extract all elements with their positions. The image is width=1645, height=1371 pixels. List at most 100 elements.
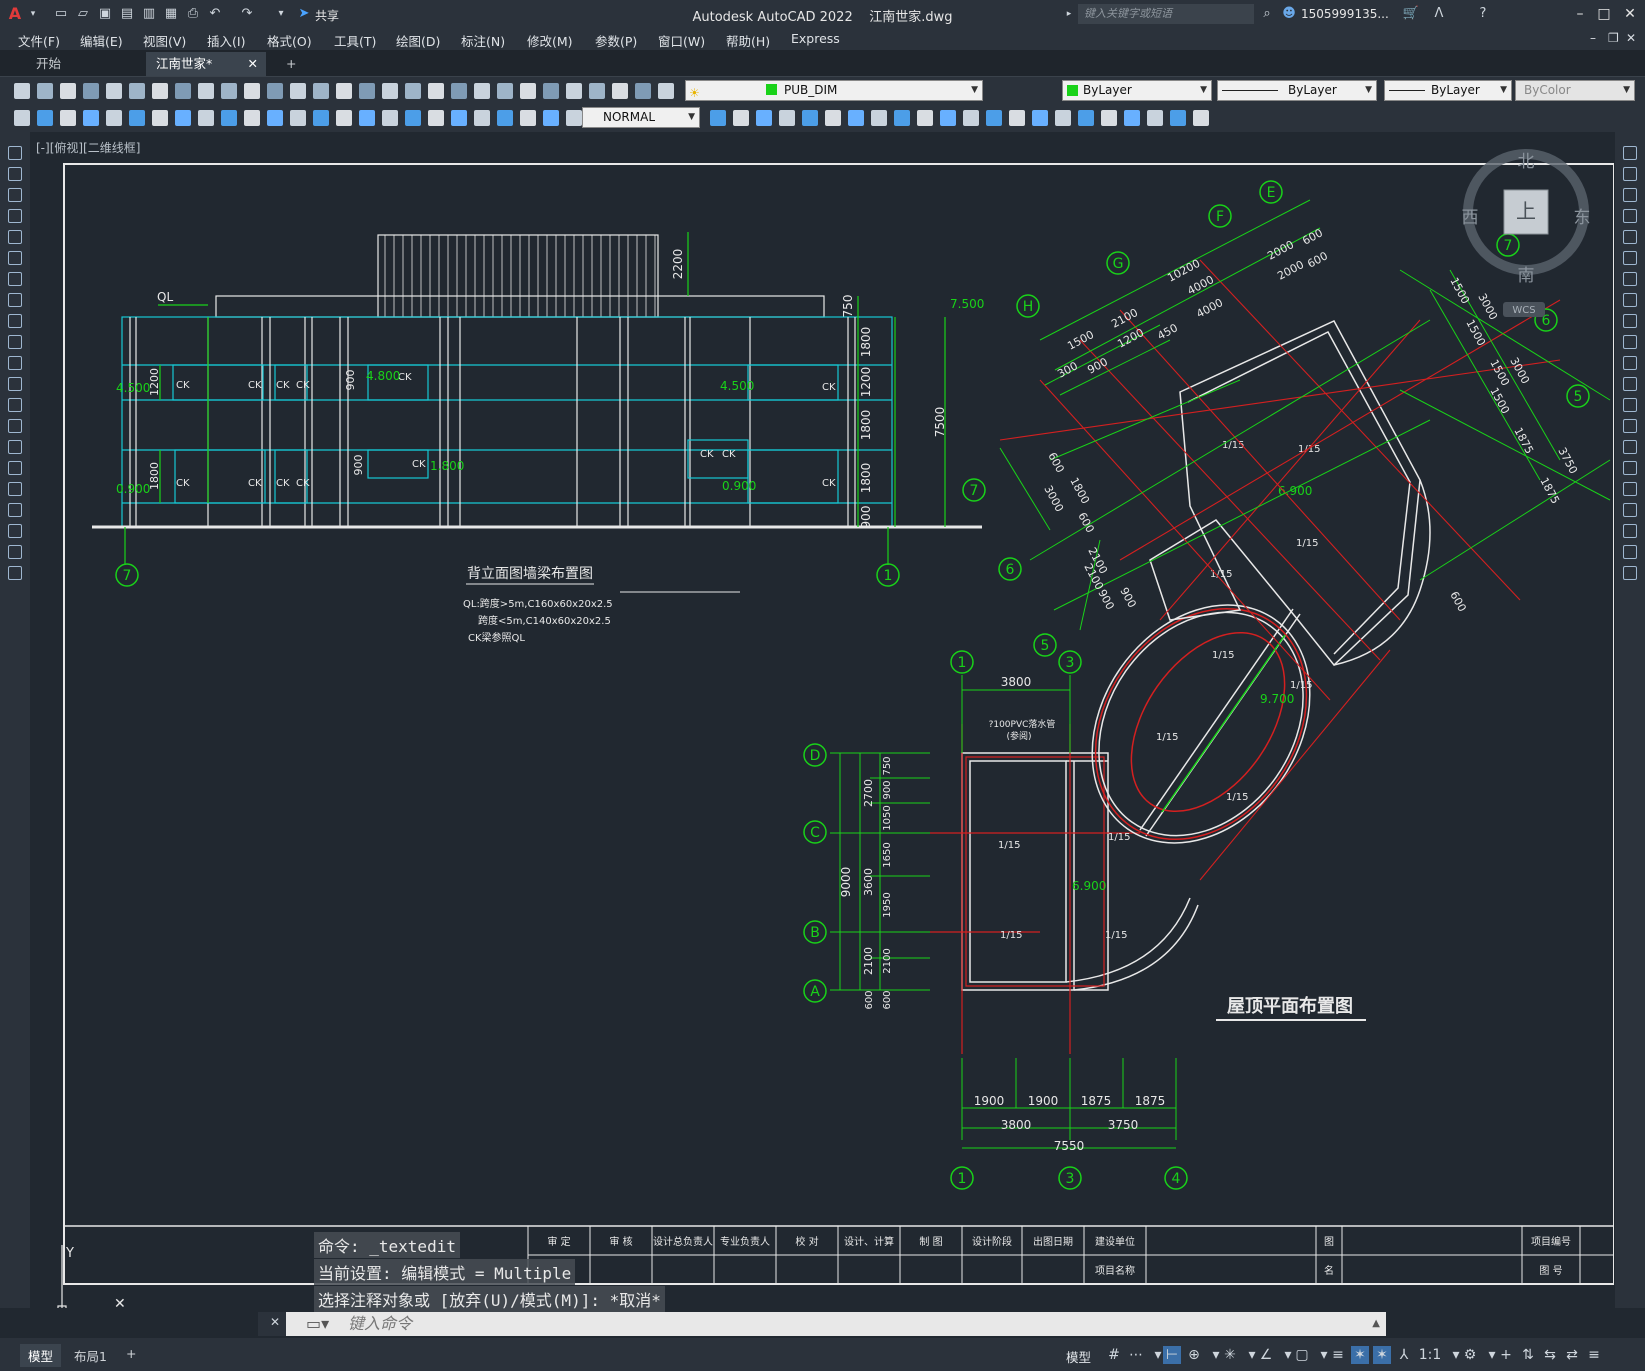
viewcube-west[interactable]: 西 [1462, 208, 1479, 228]
status-toggle-icon[interactable]: # [1105, 1346, 1123, 1364]
toolbar-tool-icon[interactable] [497, 83, 513, 99]
color-dropdown[interactable]: ByLayer ▼ [1062, 80, 1212, 101]
palette-tool-icon[interactable] [8, 398, 22, 412]
toolbar-tool-icon[interactable] [566, 110, 582, 126]
new-file-icon[interactable]: ▭ [52, 5, 70, 23]
toolbar-tool-icon[interactable] [83, 83, 99, 99]
palette-tool-icon[interactable] [8, 230, 22, 244]
doc-restore-button[interactable]: ❐ [1608, 31, 1619, 45]
toolbar-tool-icon[interactable] [543, 110, 559, 126]
toolbar-tool-icon[interactable] [83, 110, 99, 126]
toolbar-tool-icon[interactable] [802, 110, 818, 126]
toolbar-tool-icon[interactable] [451, 110, 467, 126]
help-icon[interactable]: ? [1474, 5, 1492, 23]
toolbar-tool-icon[interactable] [14, 110, 30, 126]
palette-tool-icon[interactable] [8, 377, 22, 391]
toolbar-tool-icon[interactable] [198, 110, 214, 126]
toolbar-tool-icon[interactable] [1101, 110, 1117, 126]
palette-tool-icon[interactable] [1623, 209, 1637, 223]
wcs-menu[interactable]: WCS [1512, 305, 1535, 316]
menu-express[interactable]: Express [791, 31, 840, 46]
palette-tool-icon[interactable] [8, 545, 22, 559]
toolbar-tool-icon[interactable] [336, 83, 352, 99]
toolbar-tool-icon[interactable] [474, 110, 490, 126]
status-toggle-icon[interactable]: ⊕ [1185, 1346, 1203, 1364]
palette-tool-icon[interactable] [1623, 167, 1637, 181]
palette-tool-icon[interactable] [1623, 461, 1637, 475]
viewcube-north[interactable]: 北 [1518, 152, 1535, 172]
minimize-button[interactable]: – [1568, 3, 1592, 25]
palette-tool-icon[interactable] [1623, 335, 1637, 349]
toolbar-tool-icon[interactable] [612, 83, 628, 99]
status-toggle-icon[interactable]: ✶ [1373, 1346, 1391, 1364]
command-input[interactable]: ▭▾ 键入命令 ▲ [300, 1312, 1386, 1336]
toolbar-tool-icon[interactable] [198, 83, 214, 99]
toolbar-tool-icon[interactable] [267, 110, 283, 126]
palette-tool-icon[interactable] [8, 314, 22, 328]
palette-tool-icon[interactable] [8, 293, 22, 307]
palette-tool-icon[interactable] [8, 566, 22, 580]
palette-tool-icon[interactable] [8, 167, 22, 181]
user-name[interactable]: 1505999135... [1301, 7, 1389, 21]
status-toggle-icon[interactable]: ✳ [1221, 1346, 1239, 1364]
toolbar-tool-icon[interactable] [428, 83, 444, 99]
model-space-toggle[interactable]: 模型 [1066, 1347, 1091, 1366]
layout-tab-model[interactable]: 模型 [20, 1344, 62, 1367]
doc-minimize-button[interactable]: – [1590, 31, 1596, 45]
search-expand-icon[interactable]: ▸ [1060, 5, 1078, 23]
status-toggle-icon[interactable]: ▢ [1293, 1346, 1311, 1364]
palette-tool-icon[interactable] [8, 251, 22, 265]
plotstyle-dropdown[interactable]: ByColor ▼ [1515, 80, 1635, 101]
status-toggle-icon[interactable]: ∠ [1257, 1346, 1275, 1364]
palette-tool-icon[interactable] [8, 461, 22, 475]
command-history-arrow-icon[interactable]: ▲ [1372, 1312, 1380, 1336]
palette-tool-icon[interactable] [1623, 188, 1637, 202]
toolbar-tool-icon[interactable] [313, 110, 329, 126]
toolbar-tool-icon[interactable] [520, 83, 536, 99]
toolbar-tool-icon[interactable] [37, 110, 53, 126]
viewport-controls-label[interactable]: [-][俯视][二维线框] [36, 139, 140, 156]
toolbar-tool-icon[interactable] [37, 83, 53, 99]
palette-tool-icon[interactable] [1623, 503, 1637, 517]
toolbar-tool-icon[interactable] [917, 110, 933, 126]
toolbar-tool-icon[interactable] [129, 83, 145, 99]
toolbar-tool-icon[interactable] [779, 110, 795, 126]
toolbar-tool-icon[interactable] [1055, 110, 1071, 126]
search-input[interactable]: 键入关键字或短语 [1078, 4, 1254, 24]
palette-tool-icon[interactable] [1623, 230, 1637, 244]
toolbar-tool-icon[interactable] [175, 83, 191, 99]
new-tab-button[interactable]: + [276, 52, 306, 76]
menu-tools[interactable]: 工具(T) [334, 31, 376, 50]
toolbar-tool-icon[interactable] [244, 110, 260, 126]
menu-insert[interactable]: 插入(I) [207, 31, 245, 50]
user-icon[interactable]: ☻ [1280, 5, 1298, 23]
menu-edit[interactable]: 编辑(E) [80, 31, 123, 50]
toolbar-tool-icon[interactable] [497, 110, 513, 126]
status-toggle-icon[interactable]: ≡ [1329, 1346, 1347, 1364]
toolbar-tool-icon[interactable] [1032, 110, 1048, 126]
publish-icon[interactable]: ▥ [140, 5, 158, 23]
toolbar-tool-icon[interactable] [871, 110, 887, 126]
viewcube-east[interactable]: 东 [1574, 208, 1591, 228]
status-toggle-icon[interactable]: ⇆ [1541, 1346, 1559, 1364]
toolbar-tool-icon[interactable] [825, 110, 841, 126]
toolbar-tool-icon[interactable] [244, 83, 260, 99]
toolbar-tool-icon[interactable] [520, 110, 536, 126]
toolbar-tool-icon[interactable] [940, 110, 956, 126]
cart-icon[interactable]: 🛒 [1402, 5, 1420, 23]
palette-tool-icon[interactable] [1623, 440, 1637, 454]
status-toggle-icon[interactable]: ⇅ [1519, 1346, 1537, 1364]
toolbar-tool-icon[interactable] [359, 83, 375, 99]
toolbar-tool-icon[interactable] [589, 83, 605, 99]
toolbar-tool-icon[interactable] [405, 83, 421, 99]
toolbar-tool-icon[interactable] [1193, 110, 1209, 126]
toolbar-tool-icon[interactable] [566, 83, 582, 99]
palette-tool-icon[interactable] [8, 356, 22, 370]
toolbar-tool-icon[interactable] [382, 83, 398, 99]
palette-tool-icon[interactable] [1623, 314, 1637, 328]
save-icon[interactable]: ▣ [96, 5, 114, 23]
toolbar-tool-icon[interactable] [474, 83, 490, 99]
viewcube-south[interactable]: 南 [1518, 266, 1535, 286]
menu-help[interactable]: 帮助(H) [726, 31, 770, 50]
palette-tool-icon[interactable] [8, 440, 22, 454]
